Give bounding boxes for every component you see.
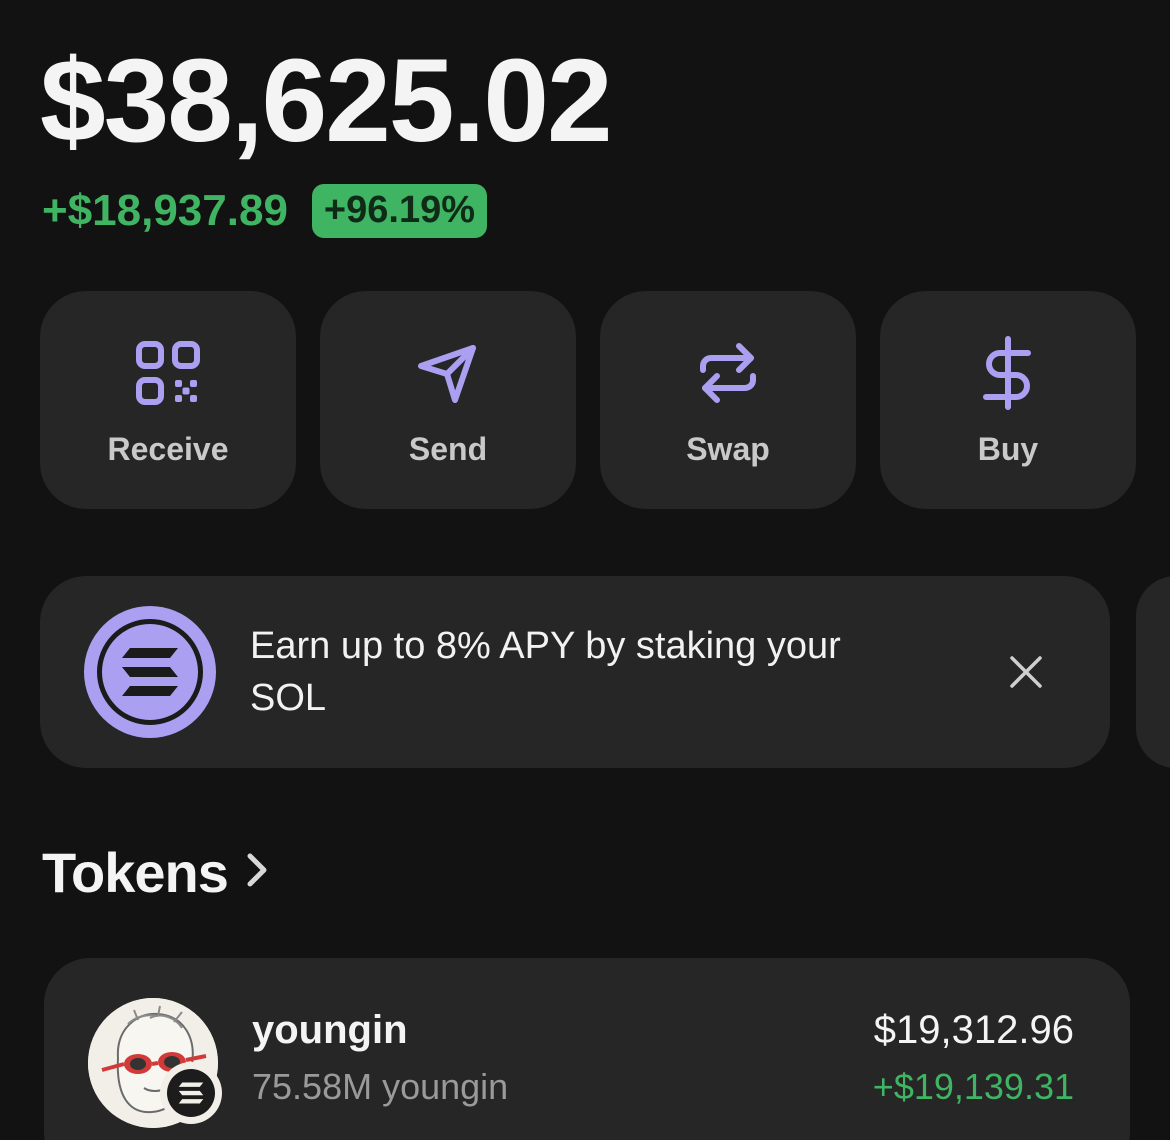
swap-button[interactable]: Swap [600, 291, 856, 509]
send-button[interactable]: Send [320, 291, 576, 509]
portfolio-change-percent-badge: +96.19% [311, 184, 487, 238]
solana-icon [160, 1062, 222, 1124]
tokens-title: Tokens [42, 841, 229, 904]
wallet-home-screen: $38,625.02 +$18,937.89 +96.19% Receive S… [0, 0, 1170, 1140]
dollar-icon [972, 336, 1044, 410]
quick-actions: Receive Send Swap Buy [40, 291, 1136, 509]
close-icon[interactable] [1008, 654, 1044, 690]
solana-icon [84, 606, 216, 738]
portfolio-change-amount: +$18,937.89 [42, 185, 288, 235]
token-change: +$19,139.31 [872, 1066, 1074, 1107]
token-row[interactable]: youngin 75.58M youngin $19,312.96 +$19,1… [44, 958, 1130, 1140]
token-value: $19,312.96 [873, 1008, 1074, 1052]
swap-arrows-icon [692, 337, 764, 409]
qr-code-icon [132, 337, 204, 409]
receive-button[interactable]: Receive [40, 291, 296, 509]
buy-label: Buy [977, 431, 1039, 467]
swap-label: Swap [686, 431, 770, 467]
receive-label: Receive [107, 431, 229, 467]
token-name: youngin [252, 1008, 408, 1052]
portfolio-change-row: +$18,937.89 +96.19% [42, 184, 487, 238]
staking-promo-card[interactable]: Earn up to 8% APY by staking your SOL [40, 576, 1110, 768]
paper-plane-icon [412, 337, 484, 409]
buy-button[interactable]: Buy [880, 291, 1136, 509]
staking-promo-text: Earn up to 8% APY by staking your SOL [250, 625, 841, 719]
portfolio-balance: $38,625.02 [40, 35, 613, 167]
send-label: Send [408, 431, 488, 467]
next-promo-card-peek[interactable] [1136, 576, 1170, 768]
tokens-section-header[interactable]: Tokens [42, 840, 270, 905]
chevron-right-icon [246, 850, 270, 895]
token-amount: 75.58M youngin [252, 1066, 509, 1107]
